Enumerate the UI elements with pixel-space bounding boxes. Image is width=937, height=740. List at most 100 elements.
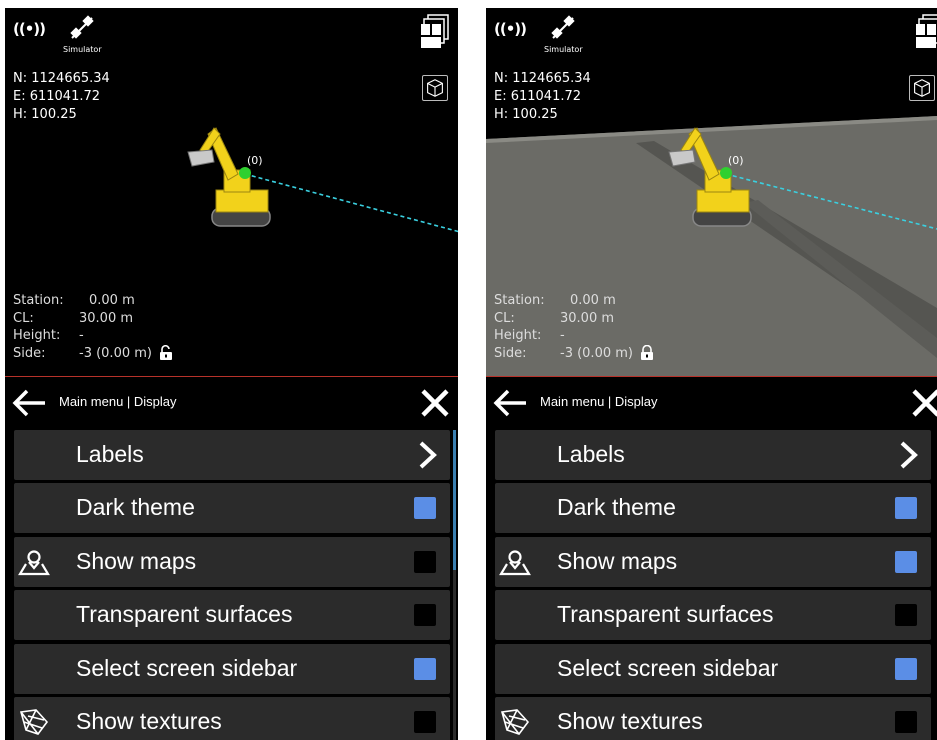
simulator-label: Simulator (63, 45, 102, 54)
height-coordinate: H: 100.25 (494, 107, 558, 122)
menu-item-dark-theme[interactable]: Dark theme (495, 483, 931, 534)
view-cube-button[interactable] (909, 75, 935, 101)
texture-icon (500, 709, 530, 735)
layers-icon[interactable] (915, 14, 937, 48)
menu-item-show-maps[interactable]: Show maps (495, 536, 931, 587)
layers-icon[interactable] (420, 14, 450, 48)
wireless-signal-icon: ((•)) (13, 20, 46, 38)
show-textures-checkbox[interactable] (414, 710, 436, 733)
scrollbar[interactable] (453, 430, 456, 740)
menu-item-show-textures[interactable]: Show textures (14, 696, 450, 740)
screen-panel-left: (0) ((•)) Simulator N: 1124665.34 E: 611… (5, 8, 458, 740)
cl-value: 30.00 m (79, 310, 134, 326)
back-arrow-icon[interactable] (492, 387, 528, 419)
menu-item-select-screen-sidebar[interactable]: Select screen sidebar (14, 643, 450, 694)
menu-item-transparent-surfaces[interactable]: Transparent surfaces (14, 590, 450, 641)
menu-item-show-textures[interactable]: Show textures (495, 696, 931, 740)
side-value: -3 (0.00 m) (560, 345, 633, 361)
menu-item-select-screen-sidebar[interactable]: Select screen sidebar (495, 643, 931, 694)
excavator-model (187, 127, 271, 227)
side-label: Side: (13, 345, 46, 361)
height-label: Height: (494, 328, 542, 343)
easting: E: 611041.72 (13, 89, 101, 104)
menu-list: Labels Dark theme Show maps Transparent … (495, 430, 931, 740)
northing: N: 1124665.34 (494, 71, 591, 86)
close-icon[interactable] (911, 388, 937, 418)
select-screen-sidebar-checkbox[interactable] (414, 657, 436, 680)
cl-label: CL: (13, 310, 34, 326)
show-maps-checkbox[interactable] (414, 550, 436, 573)
cube-icon (427, 79, 443, 97)
select-screen-sidebar-checkbox[interactable] (895, 657, 917, 680)
chevron-right-icon (900, 441, 918, 469)
map-pin-icon (499, 550, 531, 575)
screen-panel-right: (0) ((•)) Simulator N: 1124665.34 E: 611… (486, 8, 937, 740)
station-label: Station: (494, 293, 545, 308)
satellite-icon (551, 15, 575, 39)
menu-item-label: Select screen sidebar (76, 654, 298, 681)
menu-item-label: Show textures (557, 707, 703, 734)
chevron-right-icon (419, 441, 437, 469)
simulator-label: Simulator (544, 45, 583, 54)
menu-item-label: Show maps (557, 547, 678, 574)
unlocked-lock-icon[interactable] (158, 345, 174, 361)
menu-item-label: Select screen sidebar (557, 654, 779, 681)
station-value: 0.00 m (570, 293, 616, 308)
menu-item-dark-theme[interactable]: Dark theme (14, 483, 450, 534)
menu-item-show-maps[interactable]: Show maps (14, 536, 450, 587)
menu-header: Main menu | Display (5, 378, 458, 428)
display-menu: Main menu | Display Labels Dark theme Sh… (486, 378, 937, 740)
locked-lock-icon[interactable] (639, 345, 655, 361)
easting: E: 611041.72 (494, 89, 582, 104)
back-arrow-icon[interactable] (11, 387, 47, 419)
menu-item-label: Show textures (76, 707, 222, 734)
alignment-info: Station: 0.00 m CL: 30.00 m Height: - Side:… (13, 292, 174, 362)
menu-item-labels[interactable]: Labels (495, 430, 931, 480)
scroll-thumb[interactable] (453, 430, 456, 570)
menu-list: Labels Dark theme Show maps Transparent … (14, 430, 450, 740)
satellite-icon (70, 15, 94, 39)
height-coordinate: H: 100.25 (13, 107, 77, 122)
coordinates-readout: N: 1124665.34 E: 611041.72 H: 100.25 (494, 70, 591, 124)
menu-item-labels[interactable]: Labels (14, 430, 450, 480)
height-value: - (79, 328, 84, 343)
menu-header: Main menu | Display (486, 378, 937, 428)
height-label: Height: (13, 328, 61, 343)
coordinates-readout: N: 1124665.34 E: 611041.72 H: 100.25 (13, 70, 110, 124)
view-cube-button[interactable] (422, 75, 448, 101)
menu-item-transparent-surfaces[interactable]: Transparent surfaces (495, 590, 931, 641)
excavator-model (668, 127, 752, 227)
northing: N: 1124665.34 (13, 71, 110, 86)
cube-icon (914, 79, 930, 97)
map-viewport[interactable]: (0) ((•)) Simulator N: 1124665.34 E: 611… (486, 8, 937, 377)
show-maps-checkbox[interactable] (895, 550, 917, 573)
menu-item-label: Dark theme (76, 494, 195, 521)
station-value: 0.00 m (89, 293, 135, 308)
alignment-info: Station: 0.00 m CL: 30.00 m Height: - Side:… (494, 292, 655, 362)
breadcrumb: Main menu | Display (59, 394, 177, 409)
texture-icon (19, 709, 49, 735)
station-label: Station: (13, 293, 64, 308)
breadcrumb: Main menu | Display (540, 394, 658, 409)
transparent-surfaces-checkbox[interactable] (414, 604, 436, 627)
target-label: (0) (247, 154, 263, 167)
show-textures-checkbox[interactable] (895, 710, 917, 733)
transparent-surfaces-checkbox[interactable] (895, 604, 917, 627)
menu-item-label: Show maps (76, 547, 197, 574)
menu-item-label: Transparent surfaces (76, 601, 293, 628)
menu-item-label: Transparent surfaces (557, 601, 774, 628)
side-label: Side: (494, 345, 527, 361)
cl-label: CL: (494, 310, 515, 326)
height-value: - (560, 328, 565, 343)
display-menu: Main menu | Display Labels Dark theme Sh… (5, 378, 458, 740)
target-label: (0) (728, 154, 744, 167)
menu-item-label: Labels (557, 441, 625, 467)
dark-theme-checkbox[interactable] (895, 497, 917, 520)
side-value: -3 (0.00 m) (79, 345, 152, 361)
map-pin-icon (18, 550, 50, 575)
map-viewport[interactable]: (0) ((•)) Simulator N: 1124665.34 E: 611… (5, 8, 458, 377)
close-icon[interactable] (420, 388, 450, 418)
dark-theme-checkbox[interactable] (414, 497, 436, 520)
cl-value: 30.00 m (560, 310, 615, 326)
menu-item-label: Labels (76, 441, 144, 467)
